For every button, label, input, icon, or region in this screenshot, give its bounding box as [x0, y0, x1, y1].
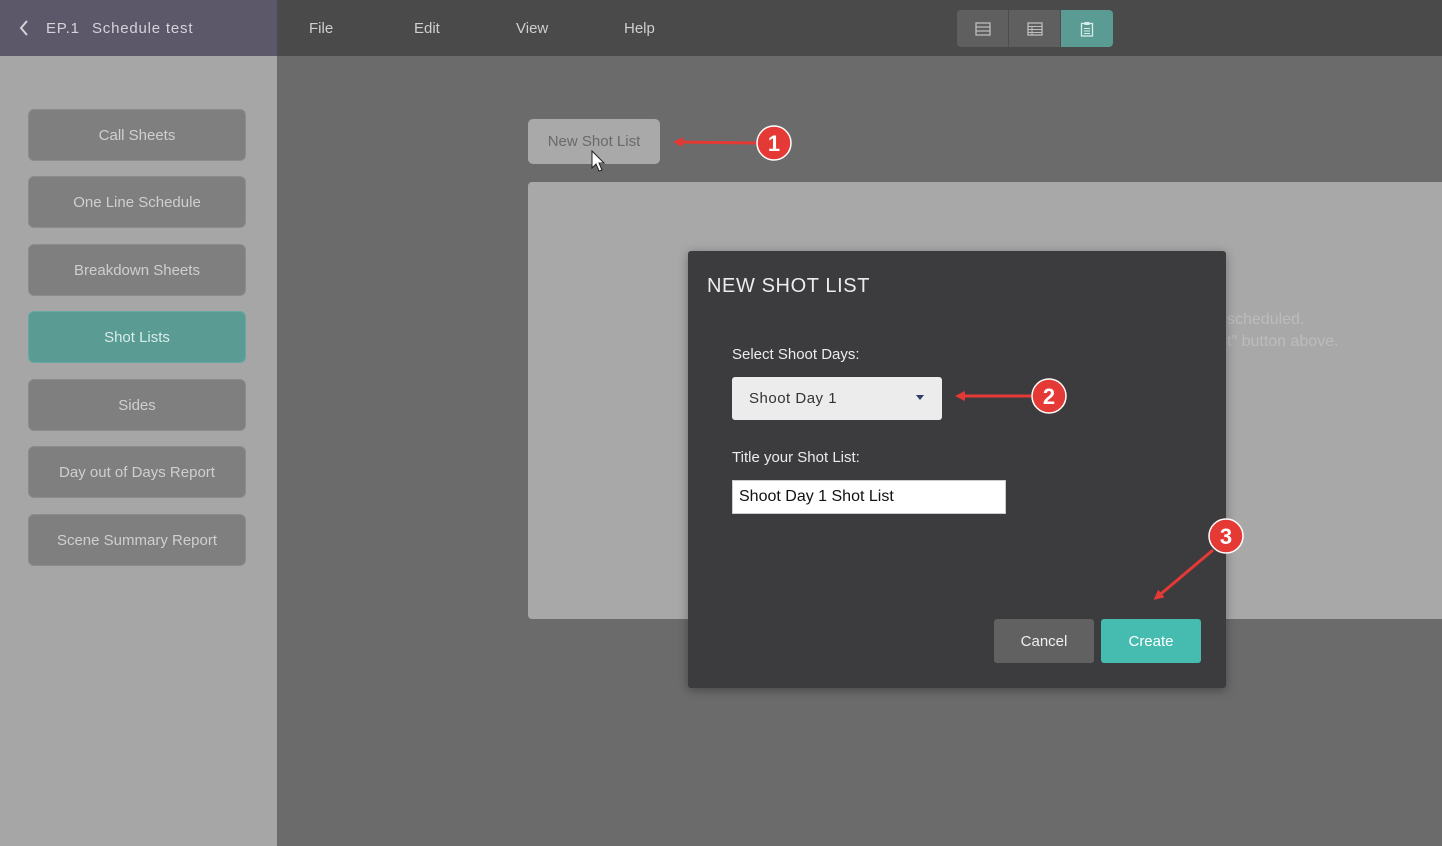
clipboard-view-icon [1080, 21, 1094, 37]
list-view-button[interactable] [957, 10, 1009, 47]
grid-view-icon [1026, 21, 1043, 36]
sidebar: Call Sheets One Line Schedule Breakdown … [0, 56, 277, 846]
empty-state-text-line1: scheduled. [1227, 311, 1305, 328]
annotation-number-1: 1 [768, 131, 780, 156]
dialog-title: NEW SHOT LIST [707, 275, 871, 297]
new-shot-list-button[interactable]: New Shot List [528, 119, 660, 164]
menu-edit[interactable]: Edit [414, 20, 440, 37]
menu-help[interactable]: Help [624, 20, 655, 37]
grid-view-button[interactable] [1009, 10, 1061, 47]
select-shoot-days-label: Select Shoot Days: [732, 346, 860, 363]
top-bar: EP.1 Schedule test File Edit View Help [0, 0, 1442, 56]
annotation-badge-1: 1 [756, 125, 792, 161]
empty-state-text-line2: st" button above. [1219, 333, 1339, 350]
back-chevron-icon[interactable] [16, 18, 32, 38]
sidebar-item-scene-summary[interactable]: Scene Summary Report [28, 514, 246, 566]
shoot-days-select[interactable]: Shoot Day 1 [732, 377, 942, 420]
shot-list-title-label: Title your Shot List: [732, 449, 860, 466]
sidebar-item-sides[interactable]: Sides [28, 379, 246, 431]
clipboard-view-button[interactable] [1061, 10, 1113, 47]
sidebar-item-one-line-schedule[interactable]: One Line Schedule [28, 176, 246, 228]
create-button[interactable]: Create [1101, 619, 1201, 663]
project-header[interactable]: EP.1 Schedule test [0, 0, 277, 56]
caret-down-icon [916, 395, 924, 400]
sidebar-item-call-sheets[interactable]: Call Sheets [28, 109, 246, 161]
shot-list-title-input[interactable] [732, 480, 1006, 514]
cancel-button[interactable]: Cancel [994, 619, 1094, 663]
list-view-icon [974, 21, 991, 36]
menu-view[interactable]: View [516, 20, 548, 37]
menu-file[interactable]: File [309, 20, 333, 37]
sidebar-item-day-out-of-days[interactable]: Day out of Days Report [28, 446, 246, 498]
view-toggle-group [957, 10, 1113, 47]
new-shot-list-dialog: NEW SHOT LIST Select Shoot Days: Shoot D… [688, 251, 1226, 688]
episode-label: EP.1 [46, 20, 80, 37]
shoot-days-select-value: Shoot Day 1 [749, 390, 838, 407]
project-name: Schedule test [92, 20, 194, 37]
sidebar-item-shot-lists[interactable]: Shot Lists [28, 311, 246, 363]
sidebar-item-breakdown-sheets[interactable]: Breakdown Sheets [28, 244, 246, 296]
annotation-arrow-1 [673, 137, 757, 148]
